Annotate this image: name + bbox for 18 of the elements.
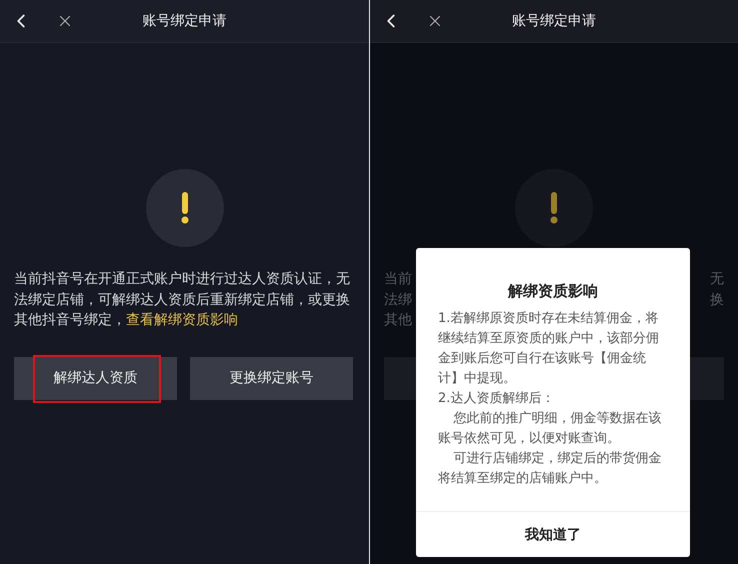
dialog-title: 解绑资质影响 [506,282,599,301]
confirm-button[interactable]: 我知道了 [416,511,690,557]
dimmed-text: 当前 [384,270,412,289]
dimmed-text: 换 [710,290,724,310]
page-title: 账号绑定申请 [512,13,596,29]
dialog-paragraph: 2.达人资质解绑后： [438,390,556,408]
dimmed-text: 无 [710,270,724,289]
impact-link[interactable]: 查看解绑资质影响 [126,312,238,328]
exclamation-icon [180,192,188,224]
dialog-paragraph: 您此前的推广明细，佣金等数据在该账号依然可见，以便对账查询。 [438,410,663,448]
dimmed-text: 法绑 [384,290,412,310]
page-title: 账号绑定申请 [142,13,226,29]
message-text: 当前抖音号在开通正式账户时进行过达人资质认证，无法绑定店铺，可解绑达人资质后重新绑定店铺，或更换其他抖音号绑定，查看解绑资质影响 [14,270,351,330]
action-button[interactable]: 更换绑定账号 [190,356,353,400]
dialog-paragraph: 1.若解绑原资质时存在未结算佣金，将继续结算至原资质的账户中，该部分佣金到账后您可自行在该账号【佣金统计】中提现。 [438,310,660,388]
exclamation-icon [550,192,558,224]
dimmed-text: 其他 [384,311,412,330]
dialog-paragraph: 可进行店铺绑定，绑定后的带货佣金将结算至绑定的店铺账户中。 [438,450,663,488]
